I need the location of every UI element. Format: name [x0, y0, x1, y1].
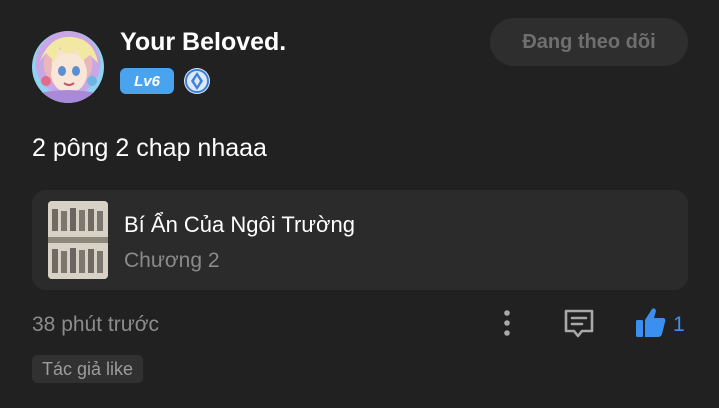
author-liked-badge: Tác giả like — [32, 355, 144, 383]
timestamp: 38 phút trước — [32, 313, 160, 336]
chapter-card[interactable]: Bí Ẩn Của Ngôi Trường Chương 2 — [32, 190, 688, 290]
avatar-image — [32, 36, 104, 103]
username[interactable]: Your Beloved. — [120, 28, 286, 57]
more-options-icon[interactable] — [494, 307, 520, 341]
reply-comment-icon[interactable] — [562, 307, 596, 341]
thumbs-up-icon[interactable] — [633, 305, 669, 341]
chapter-title: Bí Ẩn Của Ngôi Trường — [124, 212, 355, 237]
diamond-rank-icon — [184, 68, 210, 94]
level-badge: Lv6 — [120, 68, 174, 94]
chapter-number: Chương 2 — [124, 249, 220, 272]
manga-cover-thumbnail — [48, 201, 108, 279]
following-button[interactable]: Đang theo dõi — [490, 18, 688, 66]
avatar[interactable] — [32, 31, 104, 103]
comment-text: 2 pông 2 chap nhaaa — [32, 134, 267, 162]
like-count: 1 — [673, 313, 685, 336]
